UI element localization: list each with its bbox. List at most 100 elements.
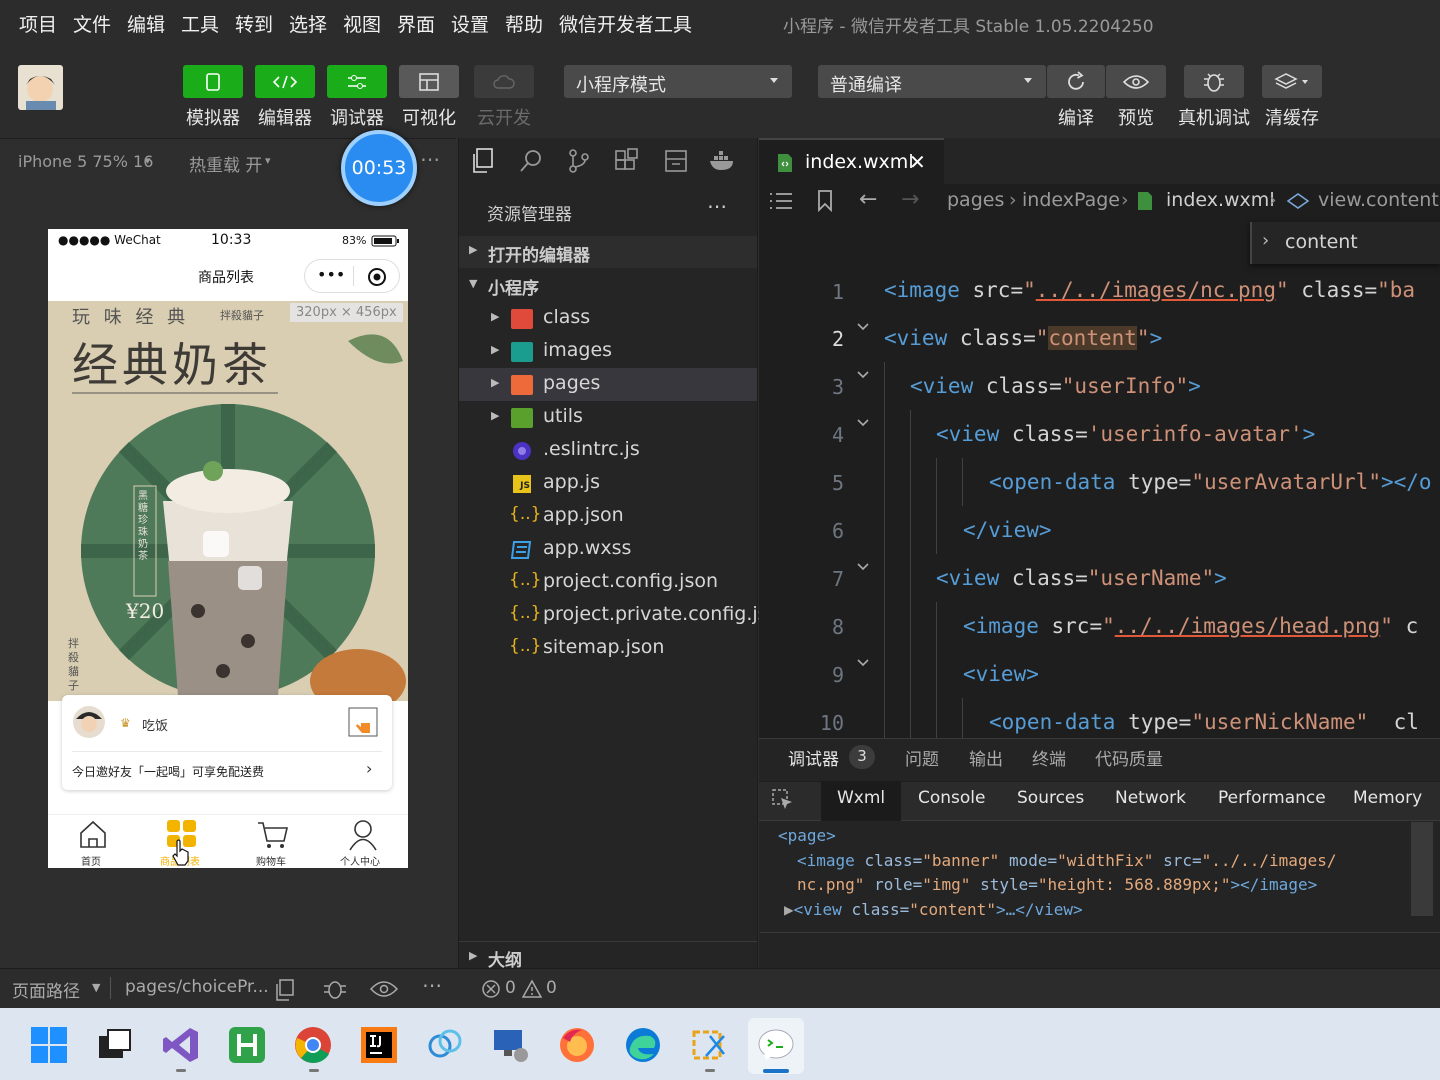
firefox-icon[interactable] bbox=[558, 1026, 596, 1064]
fold-chevron-icon[interactable] bbox=[856, 656, 870, 670]
files-icon[interactable] bbox=[471, 148, 495, 174]
cloud-button[interactable] bbox=[474, 65, 534, 98]
docker-icon[interactable] bbox=[709, 150, 737, 172]
more-icon[interactable]: ⋯ bbox=[422, 973, 442, 997]
menu-settings[interactable]: 设置 bbox=[451, 10, 489, 37]
visual-button[interactable] bbox=[399, 65, 459, 98]
tab-problems[interactable]: 问题 bbox=[905, 745, 939, 770]
copy-icon[interactable] bbox=[275, 979, 295, 1001]
breadcrumb-item[interactable]: indexPage bbox=[1022, 189, 1120, 211]
project-section[interactable]: ▼ 小程序 bbox=[459, 269, 757, 301]
tab-code-quality[interactable]: 代码质量 bbox=[1095, 745, 1163, 770]
tree-file-app-json[interactable]: {..} app.json bbox=[459, 500, 757, 533]
storage-icon[interactable] bbox=[664, 148, 688, 174]
menu-project[interactable]: 项目 bbox=[19, 10, 57, 37]
fold-chevron-icon[interactable] bbox=[856, 560, 870, 574]
tree-file-project-config[interactable]: {..} project.config.json bbox=[459, 566, 757, 599]
source-control-icon[interactable] bbox=[567, 148, 591, 174]
bug-icon[interactable] bbox=[322, 977, 348, 1001]
close-mini-program-icon[interactable] bbox=[366, 266, 388, 288]
compile-button[interactable] bbox=[1047, 65, 1105, 98]
simulator-button[interactable] bbox=[183, 65, 243, 98]
more-dots-icon[interactable]: ••• bbox=[317, 265, 345, 284]
tab-network[interactable]: Network bbox=[1115, 788, 1186, 808]
real-debug-button[interactable] bbox=[1184, 65, 1244, 98]
fold-chevron-icon[interactable] bbox=[856, 416, 870, 430]
open-editors-section[interactable]: ▶ 打开的编辑器 bbox=[459, 236, 757, 268]
task-view-icon[interactable] bbox=[96, 1026, 134, 1064]
windows-start-icon[interactable] bbox=[30, 1026, 68, 1064]
breadcrumb-item[interactable]: pages bbox=[947, 189, 1004, 211]
recording-timer[interactable]: 00:53 bbox=[341, 130, 417, 206]
menu-goto[interactable]: 转到 bbox=[235, 10, 273, 37]
tree-folder-pages[interactable]: ▶ pages bbox=[459, 368, 757, 401]
tab-terminal[interactable]: 终端 bbox=[1032, 745, 1066, 770]
intellij-icon[interactable] bbox=[360, 1026, 398, 1064]
tree-folder-class[interactable]: ▶ class bbox=[459, 302, 757, 335]
chrome-icon[interactable] bbox=[294, 1026, 332, 1064]
page-path-select[interactable]: 页面路径 bbox=[12, 977, 80, 1002]
bookmark-icon[interactable] bbox=[817, 190, 833, 212]
tree-file-eslintrc[interactable]: .eslintrc.js bbox=[459, 434, 757, 467]
tab-memory[interactable]: Memory bbox=[1353, 788, 1422, 808]
mode-select[interactable]: 小程序模式 bbox=[564, 65, 792, 98]
wxml-node-image[interactable]: <image class="banner" mode="widthFix" sr… bbox=[797, 851, 1336, 870]
tree-folder-utils[interactable]: ▶ utils bbox=[459, 401, 757, 434]
device-select[interactable]: iPhone 5 75% 16 bbox=[18, 152, 153, 171]
remote-desktop-icon[interactable] bbox=[492, 1026, 530, 1064]
menu-interface[interactable]: 界面 bbox=[397, 10, 435, 37]
close-icon[interactable]: ✕ bbox=[909, 150, 926, 174]
chevron-right-icon[interactable]: › bbox=[366, 759, 372, 778]
avatar[interactable] bbox=[18, 65, 63, 110]
visual-studio-icon[interactable] bbox=[162, 1026, 200, 1064]
hot-reload-select[interactable]: 热重载 开 bbox=[189, 151, 262, 176]
menu-select[interactable]: 选择 bbox=[289, 10, 327, 37]
preview-button[interactable] bbox=[1106, 65, 1166, 98]
tab-products[interactable]: 商品列表 bbox=[156, 819, 216, 868]
menu-view[interactable]: 视图 bbox=[343, 10, 381, 37]
breadcrumb-item[interactable]: view.content bbox=[1318, 189, 1439, 211]
more-icon[interactable]: ⋯ bbox=[707, 194, 727, 218]
menu-file[interactable]: 文件 bbox=[73, 10, 111, 37]
capsule-menu[interactable]: ••• bbox=[304, 259, 400, 293]
debugger-button[interactable] bbox=[327, 65, 387, 98]
forward-arrow-icon[interactable]: → bbox=[901, 187, 919, 212]
tree-file-app-wxss[interactable]: app.wxss bbox=[459, 533, 757, 566]
warning-icon[interactable] bbox=[522, 979, 542, 999]
hbuilder-icon[interactable] bbox=[228, 1026, 266, 1064]
tree-file-app-js[interactable]: JS app.js bbox=[459, 467, 757, 500]
scrollbar-thumb[interactable] bbox=[1411, 822, 1433, 916]
eye-icon[interactable] bbox=[370, 979, 398, 999]
edge-icon[interactable] bbox=[624, 1026, 662, 1064]
search-icon[interactable] bbox=[519, 148, 543, 174]
editor-button[interactable] bbox=[255, 65, 315, 98]
tab-debugger[interactable]: 调试器 bbox=[788, 745, 839, 770]
tree-file-sitemap[interactable]: {..} sitemap.json bbox=[459, 632, 757, 665]
tap-hand-icon[interactable] bbox=[348, 707, 378, 737]
wxml-node-view[interactable]: ▶<view class="content">…</view> bbox=[784, 900, 1083, 919]
menu-tools[interactable]: 工具 bbox=[181, 10, 219, 37]
menu-edit[interactable]: 编辑 bbox=[127, 10, 165, 37]
back-arrow-icon[interactable]: ← bbox=[859, 187, 877, 212]
fold-chevron-icon[interactable] bbox=[856, 320, 870, 334]
menu-help[interactable]: 帮助 bbox=[505, 10, 543, 37]
tab-home[interactable]: 首页 bbox=[68, 819, 118, 868]
tab-wxml[interactable]: Wxml bbox=[837, 788, 885, 808]
tab-output[interactable]: 输出 bbox=[969, 745, 1003, 770]
compile-select[interactable]: 普通编译 bbox=[818, 65, 1046, 98]
menu-wechat-devtools[interactable]: 微信开发者工具 bbox=[559, 10, 692, 37]
tab-cart[interactable]: 购物车 bbox=[248, 819, 298, 868]
inspect-element-icon[interactable] bbox=[772, 789, 794, 811]
wechat-devtools-icon[interactable] bbox=[756, 1026, 796, 1064]
tab-profile[interactable]: 个人中心 bbox=[336, 819, 390, 868]
snipping-tool-icon[interactable] bbox=[690, 1026, 728, 1064]
list-icon[interactable] bbox=[769, 192, 793, 210]
wxml-node-page[interactable]: <page> bbox=[778, 826, 836, 845]
more-icon[interactable]: ⋯ bbox=[420, 147, 440, 171]
breadcrumb-item[interactable]: index.wxml bbox=[1166, 189, 1275, 211]
tab-performance[interactable]: Performance bbox=[1218, 788, 1326, 808]
extensions-icon[interactable] bbox=[614, 148, 640, 174]
app-circles-icon[interactable] bbox=[426, 1026, 464, 1064]
tree-file-project-private-config[interactable]: {..} project.private.config.js... bbox=[459, 599, 786, 632]
tab-index-wxml[interactable]: index.wxml ✕ bbox=[759, 138, 944, 184]
